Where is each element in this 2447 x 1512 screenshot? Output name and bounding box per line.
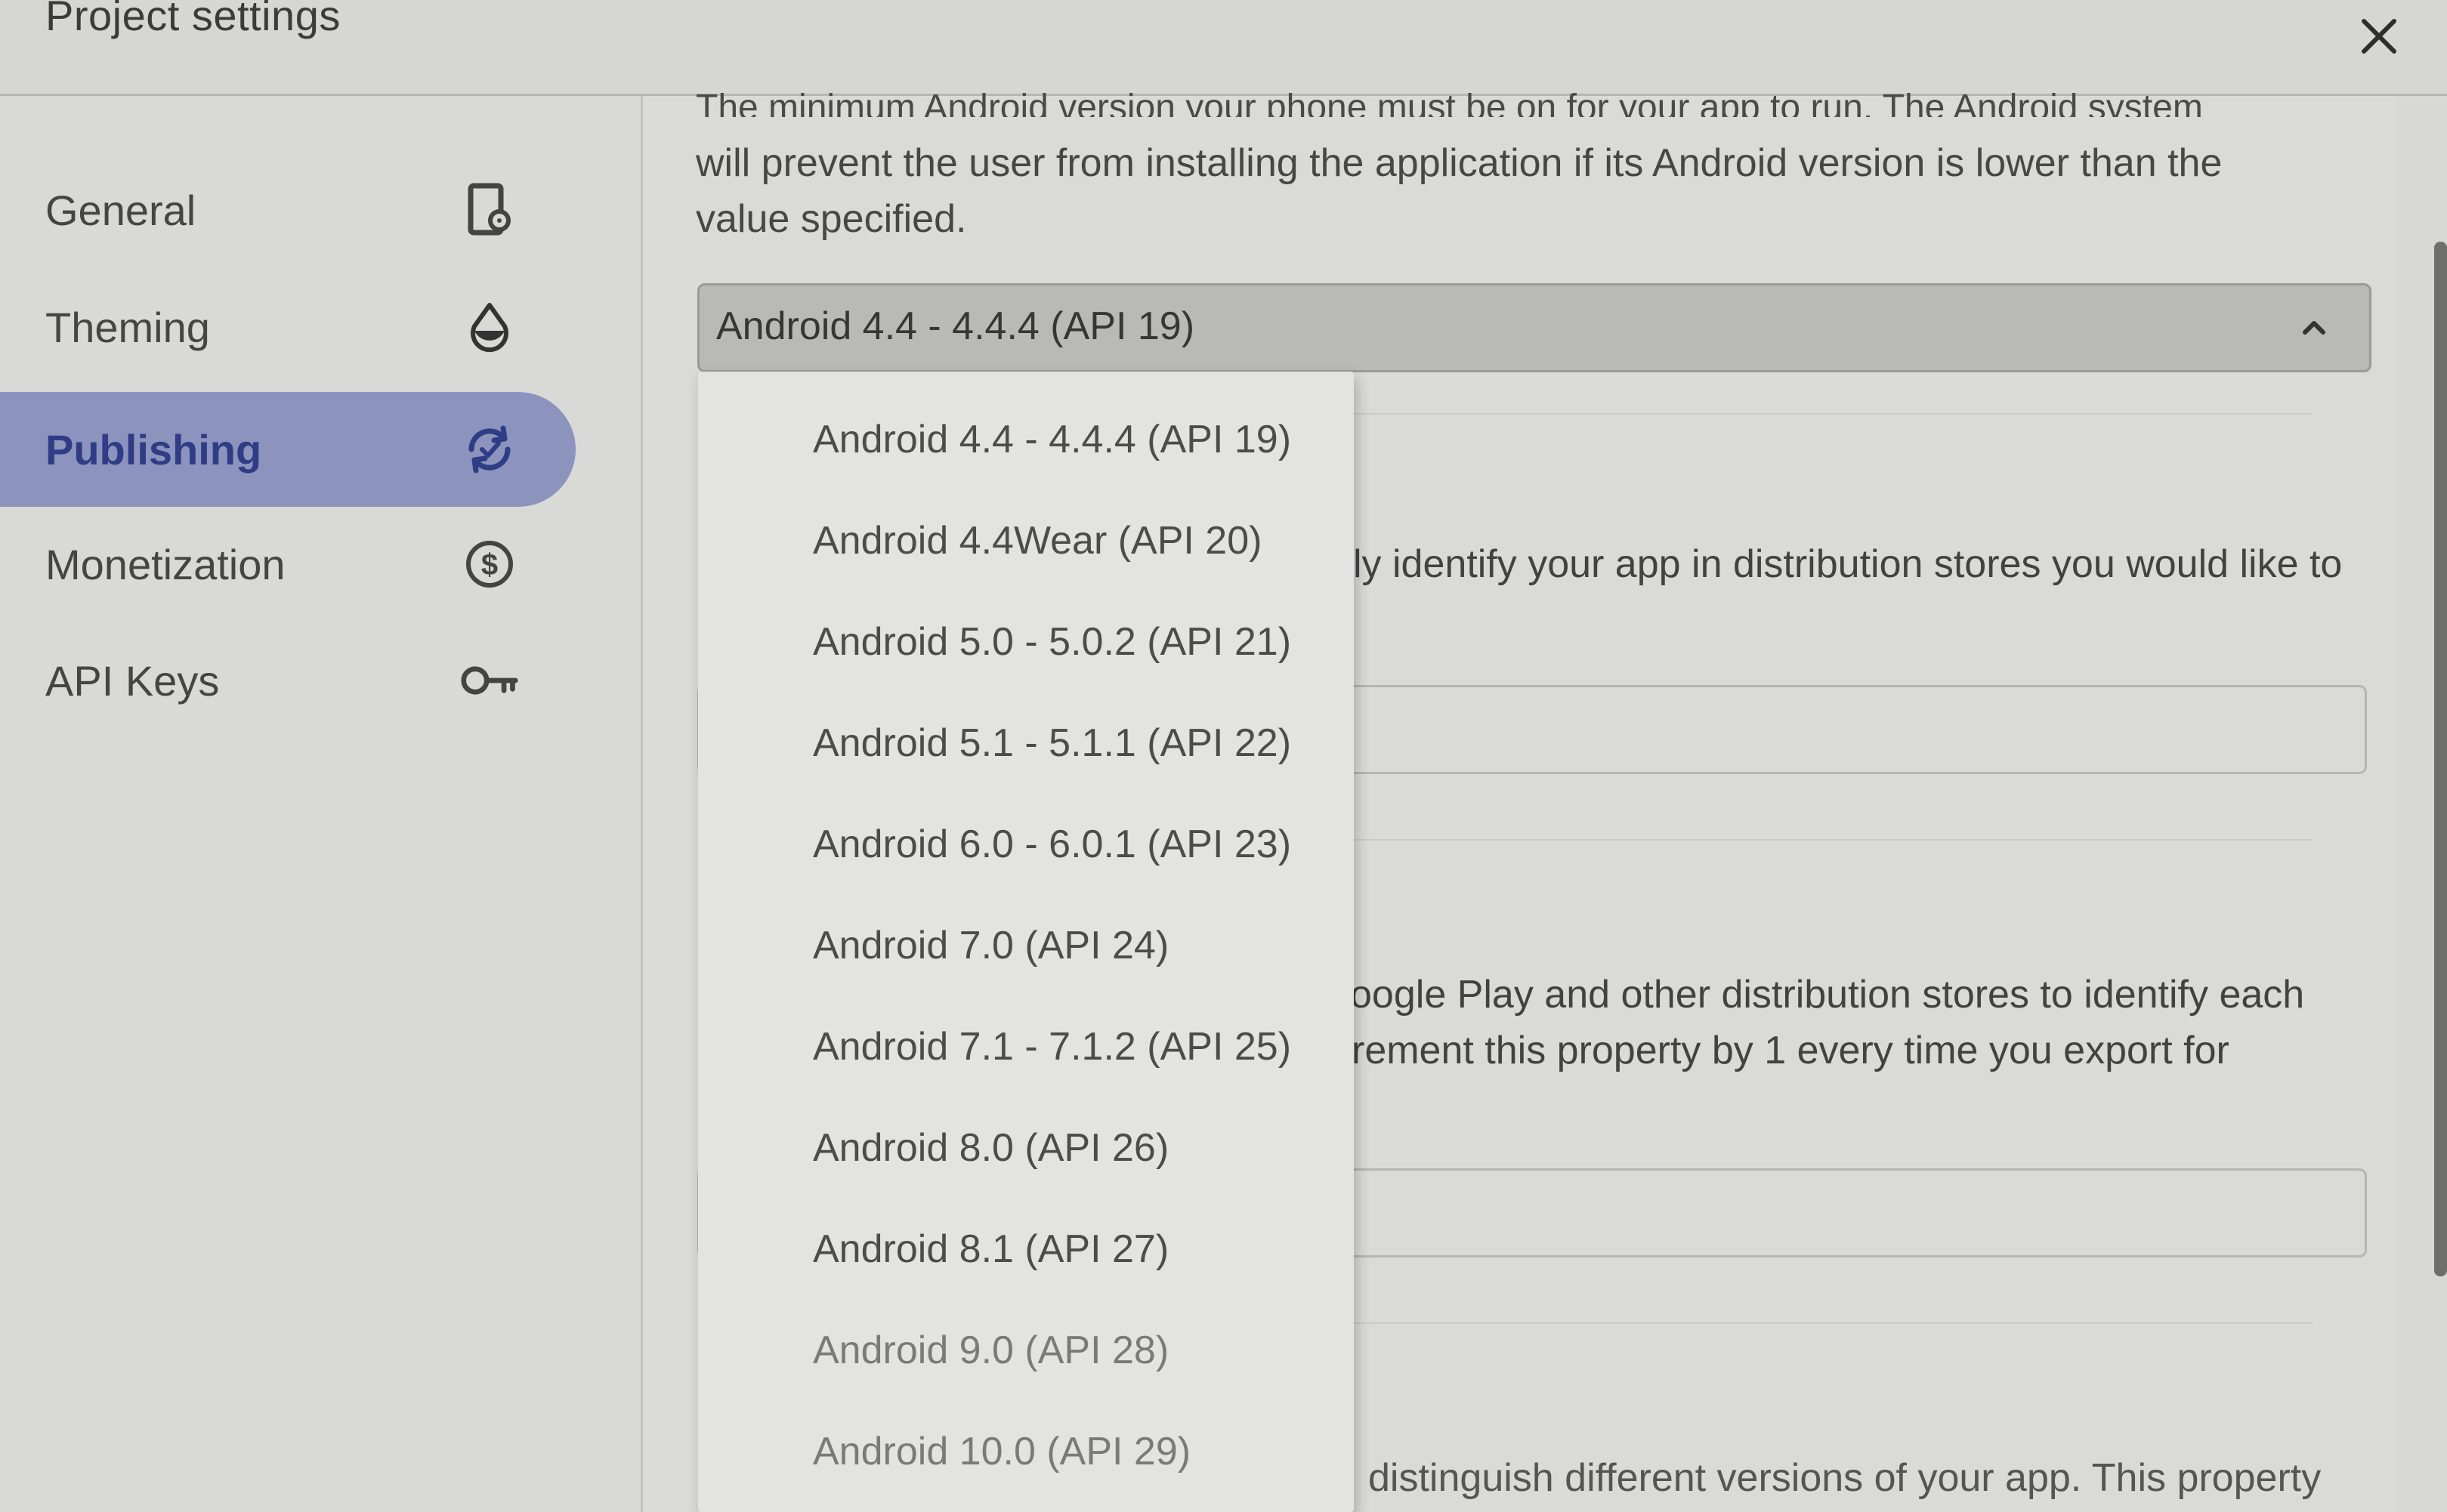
min-version-description: will prevent the user from installing th… bbox=[696, 141, 2223, 241]
version-name-description: distinguish different versions of your a… bbox=[1368, 1456, 2322, 1500]
version-code-description-line-1: oogle Play and other distribution stores… bbox=[1350, 973, 2305, 1017]
min-android-version-select[interactable]: Android 4.4 - 4.4.4 (API 19) bbox=[697, 283, 2371, 372]
dropdown-option[interactable]: Android 6.0 - 6.0.1 (API 23) bbox=[813, 822, 1291, 867]
sidebar-item-publishing[interactable]: Publishing bbox=[0, 392, 576, 507]
sidebar-item-general[interactable]: General bbox=[0, 153, 576, 267]
dialog-title: Project settings bbox=[45, 0, 341, 39]
settings-sidebar: General Theming Publishing Monetization … bbox=[0, 96, 643, 1512]
key-icon bbox=[459, 650, 520, 711]
main-scrollbar[interactable] bbox=[2434, 242, 2447, 1276]
dropdown-option[interactable]: Android 4.4Wear (API 20) bbox=[813, 518, 1262, 563]
section-divider bbox=[1353, 1322, 2313, 1324]
paint-drop-icon bbox=[459, 297, 520, 357]
svg-text:$: $ bbox=[481, 548, 498, 582]
dropdown-option[interactable]: Android 5.1 - 5.1.1 (API 22) bbox=[813, 721, 1291, 766]
dropdown-option[interactable]: Android 9.0 (API 28) bbox=[813, 1328, 1169, 1373]
sync-icon bbox=[459, 419, 520, 480]
dropdown-option[interactable]: Android 8.1 (API 27) bbox=[813, 1227, 1169, 1272]
min-version-description-top: The minimum Android version your phone m… bbox=[696, 88, 2203, 117]
version-code-description-line-2: rement this property by 1 every time you… bbox=[1352, 1029, 2229, 1072]
selected-value: Android 4.4 - 4.4.4 (API 19) bbox=[716, 304, 1195, 348]
sidebar-item-theming[interactable]: Theming bbox=[0, 270, 576, 384]
close-icon bbox=[2362, 19, 2396, 54]
chevron-up-icon bbox=[2295, 308, 2333, 346]
dropdown-option[interactable]: Android 7.0 (API 24) bbox=[813, 923, 1169, 968]
dropdown-option[interactable]: Android 7.1 - 7.1.2 (API 25) bbox=[813, 1024, 1291, 1069]
sidebar-item-label: API Keys bbox=[45, 656, 220, 705]
android-version-dropdown-list: Android 4.4 - 4.4.4 (API 19) Android 4.4… bbox=[698, 372, 1354, 1512]
sidebar-item-monetization[interactable]: Monetization $ bbox=[0, 507, 576, 622]
close-button[interactable] bbox=[2349, 6, 2409, 66]
sidebar-item-label: Monetization bbox=[45, 540, 286, 588]
dropdown-option[interactable]: Android 10.0 (API 29) bbox=[813, 1429, 1191, 1474]
dollar-coin-icon: $ bbox=[459, 534, 520, 594]
sidebar-item-api-keys[interactable]: API Keys bbox=[0, 623, 576, 738]
package-name-description: ly identify your app in distribution sto… bbox=[1353, 542, 2343, 586]
dropdown-option[interactable]: Android 5.0 - 5.0.2 (API 21) bbox=[813, 619, 1291, 665]
sidebar-item-label: General bbox=[45, 186, 196, 234]
sidebar-item-label: Publishing bbox=[45, 425, 262, 474]
sidebar-item-label: Theming bbox=[45, 303, 210, 351]
section-divider bbox=[1353, 413, 2313, 415]
dropdown-option[interactable]: Android 8.0 (API 26) bbox=[813, 1125, 1169, 1171]
section-divider bbox=[1353, 839, 2313, 841]
dialog-header: Project settings bbox=[0, 0, 2447, 96]
document-gear-icon bbox=[459, 180, 520, 240]
dropdown-option[interactable]: Android 4.4 - 4.4.4 (API 19) bbox=[813, 417, 1291, 462]
project-settings-window: Project settings General Theming Publish… bbox=[0, 0, 2447, 1512]
